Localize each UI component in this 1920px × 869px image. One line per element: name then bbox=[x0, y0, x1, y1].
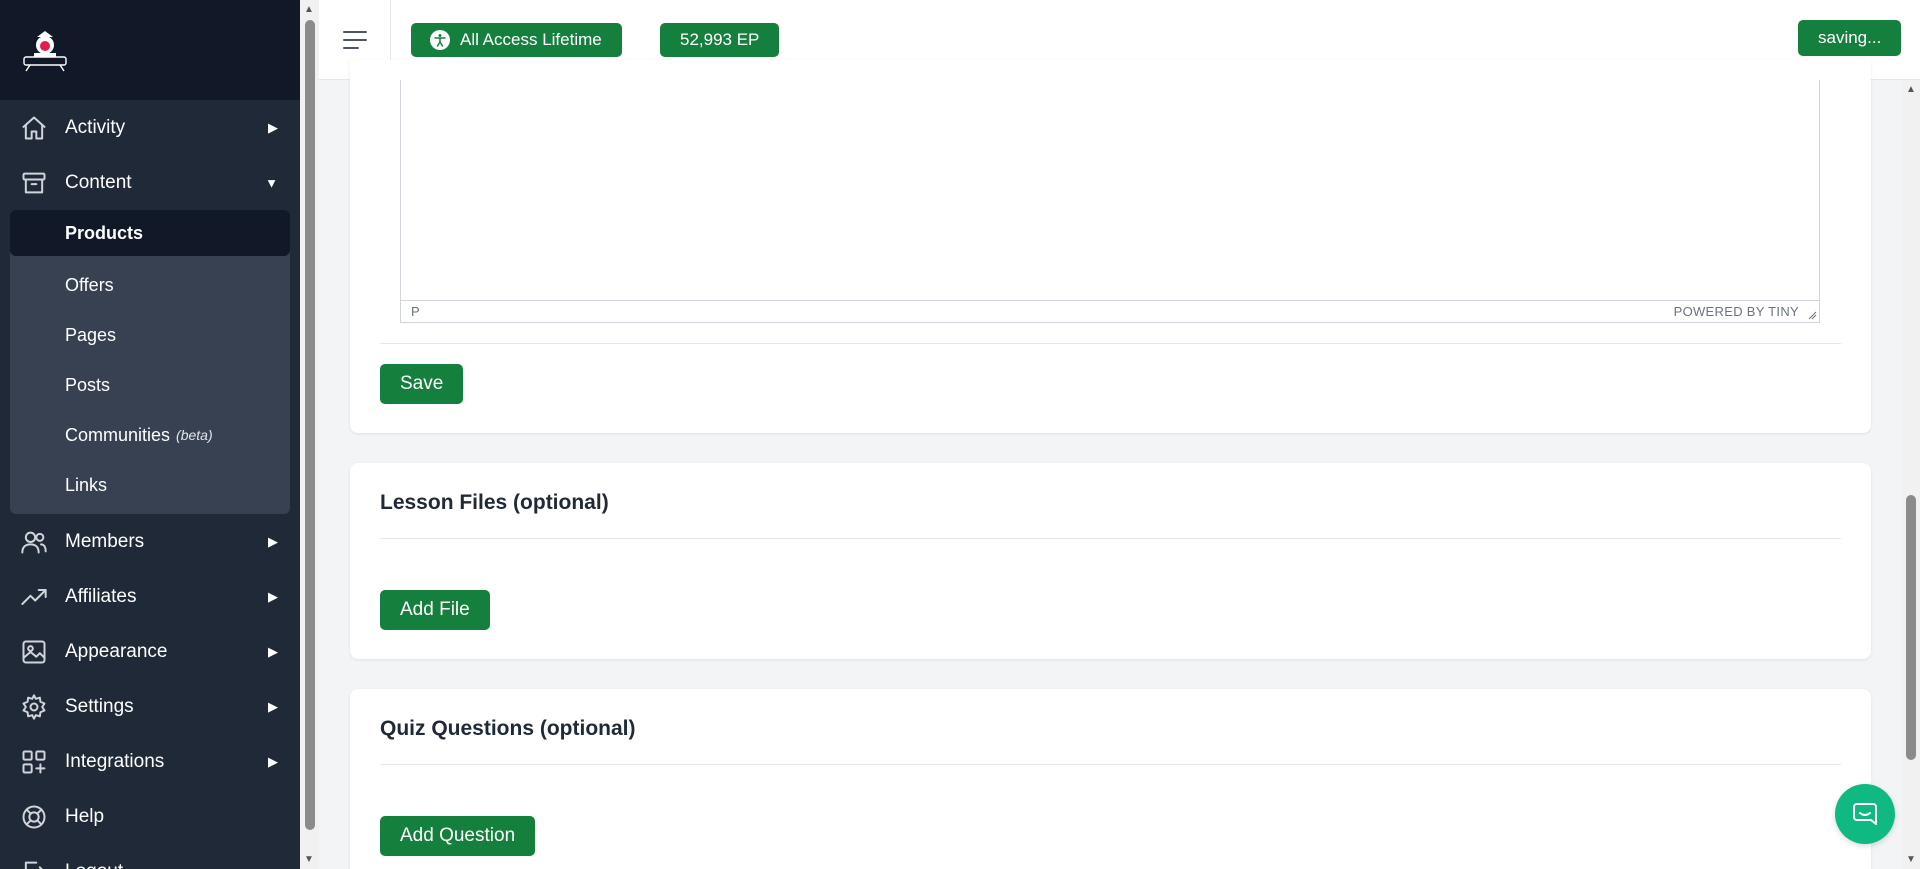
divider bbox=[380, 538, 1841, 539]
lesson-files-title: Lesson Files (optional) bbox=[380, 491, 609, 514]
logout-icon bbox=[20, 858, 48, 869]
sidebar-item-label: Activity bbox=[65, 116, 126, 138]
access-plan-badge[interactable]: All Access Lifetime bbox=[411, 23, 622, 57]
sidebar-item-logout[interactable]: Logout bbox=[0, 844, 300, 869]
sidebar-item-help[interactable]: Help bbox=[0, 789, 300, 844]
resize-handle-icon[interactable] bbox=[1807, 310, 1817, 320]
chat-launcher-button[interactable] bbox=[1835, 784, 1895, 844]
sidebar-item-affiliates[interactable]: Affiliates ▶ bbox=[0, 569, 300, 624]
ep-points-label: 52,993 EP bbox=[680, 30, 760, 49]
sidebar-subitem-label: Pages bbox=[65, 324, 117, 345]
scrollbar-thumb[interactable] bbox=[1906, 495, 1916, 760]
editor-status-bar: P POWERED BY TINY bbox=[401, 300, 1819, 322]
scroll-up-icon[interactable]: ▲ bbox=[1906, 84, 1916, 95]
trending-up-icon bbox=[20, 583, 48, 611]
sidebar-item-members[interactable]: Members ▶ bbox=[0, 514, 300, 569]
caret-right-icon: ▶ bbox=[268, 643, 278, 659]
sidebar-subitem-label: Posts bbox=[65, 374, 111, 395]
caret-right-icon: ▶ bbox=[268, 753, 278, 769]
home-icon bbox=[20, 114, 48, 142]
sidebar-item-offers[interactable]: Offers bbox=[10, 260, 290, 310]
caret-right-icon: ▶ bbox=[268, 588, 278, 604]
image-icon bbox=[20, 638, 48, 666]
sidebar-item-settings[interactable]: Settings ▶ bbox=[0, 679, 300, 734]
caret-down-icon: ▼ bbox=[265, 175, 278, 190]
sidebar-item-label: Logout bbox=[65, 861, 123, 869]
sidebar-item-appearance[interactable]: Appearance ▶ bbox=[0, 624, 300, 679]
archive-icon bbox=[20, 169, 48, 197]
quiz-questions-title: Quiz Questions (optional) bbox=[380, 717, 636, 740]
accessibility-icon bbox=[430, 30, 450, 50]
scroll-up-icon[interactable]: ▲ bbox=[304, 4, 314, 15]
scroll-down-icon[interactable]: ▼ bbox=[1906, 854, 1916, 865]
sidebar-item-integrations[interactable]: Integrations ▶ bbox=[0, 734, 300, 789]
apps-plus-icon bbox=[20, 748, 48, 776]
access-plan-label: All Access Lifetime bbox=[460, 30, 602, 49]
quiz-questions-card: Quiz Questions (optional) Add Question bbox=[350, 689, 1871, 869]
main-scrollbar[interactable]: ▲ ▼ bbox=[1902, 80, 1920, 869]
sidebar-item-label: Integrations bbox=[65, 750, 165, 772]
lesson-files-card: Lesson Files (optional) Add File bbox=[350, 463, 1871, 659]
brand-logo[interactable] bbox=[20, 27, 70, 73]
divider bbox=[380, 764, 1841, 765]
editor-element-path[interactable]: P bbox=[411, 304, 420, 319]
sidebar-item-content[interactable]: Content ▼ bbox=[0, 155, 300, 210]
sidebar-item-label: Affiliates bbox=[65, 585, 137, 607]
content-submenu: Products Offers Pages Posts Communities … bbox=[10, 210, 290, 514]
lifebuoy-icon bbox=[20, 803, 48, 831]
sidebar-subitem-label: Products bbox=[65, 222, 144, 243]
users-icon bbox=[20, 528, 48, 556]
sidebar-item-posts[interactable]: Posts bbox=[10, 360, 290, 410]
sidebar-item-links[interactable]: Links bbox=[10, 460, 290, 510]
sidebar-item-label: Help bbox=[65, 805, 105, 827]
sidebar-item-label: Content bbox=[65, 171, 132, 193]
sidebar-item-label: Members bbox=[65, 530, 145, 552]
caret-right-icon: ▶ bbox=[268, 698, 278, 714]
gear-icon bbox=[20, 693, 48, 721]
sidebar-item-label: Appearance bbox=[65, 640, 168, 662]
beta-badge: (beta) bbox=[176, 427, 213, 443]
sidebar-item-activity[interactable]: Activity ▶ bbox=[0, 100, 300, 155]
sidebar-item-pages[interactable]: Pages bbox=[10, 310, 290, 360]
save-button[interactable]: Save bbox=[380, 364, 464, 404]
chat-icon bbox=[1853, 803, 1877, 825]
add-question-button[interactable]: Add Question bbox=[380, 816, 536, 856]
rich-text-editor[interactable]: P POWERED BY TINY bbox=[400, 80, 1820, 323]
sidebar-scrollbar[interactable]: ▲ ▼ bbox=[300, 0, 319, 869]
caret-right-icon: ▶ bbox=[268, 533, 278, 549]
scroll-down-icon[interactable]: ▼ bbox=[304, 854, 314, 865]
saving-status-label: saving... bbox=[1818, 28, 1882, 47]
divider bbox=[380, 343, 1841, 344]
saving-status-button[interactable]: saving... bbox=[1798, 20, 1902, 56]
hamburger-icon bbox=[342, 31, 367, 49]
logo-area bbox=[0, 0, 300, 100]
add-file-button[interactable]: Add File bbox=[380, 590, 490, 630]
lesson-content-card: P POWERED BY TINY Save bbox=[350, 60, 1871, 433]
ep-points-badge[interactable]: 52,993 EP bbox=[660, 23, 780, 57]
powered-by-tiny-link[interactable]: POWERED BY TINY bbox=[1674, 304, 1799, 319]
scrollbar-thumb[interactable] bbox=[305, 20, 315, 830]
sidebar-subitem-label: Offers bbox=[65, 274, 114, 295]
sidebar-subitem-label: Links bbox=[65, 474, 108, 495]
sidebar: Activity ▶ Content ▼ Products Offers Pag… bbox=[0, 0, 300, 869]
sidebar-subitem-label: Communities bbox=[65, 424, 171, 445]
sidebar-item-communities[interactable]: Communities (beta) bbox=[10, 410, 290, 460]
sidebar-item-label: Settings bbox=[65, 695, 134, 717]
sidebar-item-products[interactable]: Products bbox=[10, 210, 290, 256]
caret-right-icon: ▶ bbox=[268, 119, 278, 135]
